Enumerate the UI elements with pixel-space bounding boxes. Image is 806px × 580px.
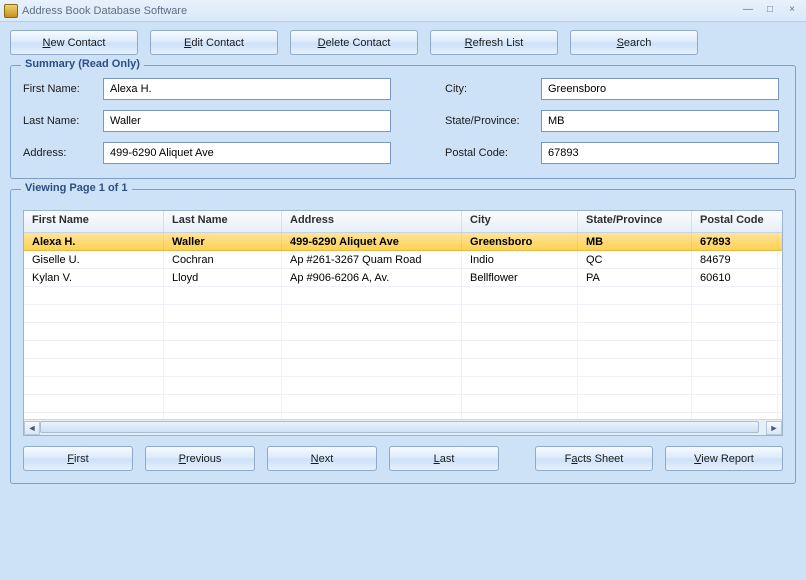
maximize-button[interactable]: □	[760, 4, 780, 18]
cell-city: Bellflower	[462, 269, 578, 286]
close-button[interactable]: ×	[782, 4, 802, 18]
cell-first: Kylan V.	[24, 269, 164, 286]
edit-contact-button[interactable]: Edit Contact	[150, 30, 278, 55]
table-row[interactable]: Alexa H.Waller499-6290 Aliquet AveGreens…	[24, 233, 782, 251]
viewing-legend: Viewing Page 1 of 1	[21, 182, 132, 194]
cell-postal: 84679	[692, 251, 778, 268]
cell-first: Giselle U.	[24, 251, 164, 268]
scroll-right-icon[interactable]: ►	[766, 421, 782, 435]
cell-address: 499-6290 Aliquet Ave	[282, 233, 462, 250]
viewing-fieldset: Viewing Page 1 of 1 First Name Last Name…	[10, 189, 796, 484]
cell-postal: 60610	[692, 269, 778, 286]
search-button[interactable]: Search	[570, 30, 698, 55]
last-name-label: Last Name:	[23, 115, 103, 127]
last-button[interactable]: Last	[389, 446, 499, 471]
cell-state: QC	[578, 251, 692, 268]
contacts-table: First Name Last Name Address City State/…	[23, 210, 783, 436]
table-row[interactable]	[24, 359, 782, 377]
delete-contact-button[interactable]: Delete Contact	[290, 30, 418, 55]
table-row[interactable]	[24, 395, 782, 413]
col-state[interactable]: State/Province	[578, 211, 692, 232]
first-name-label: First Name:	[23, 83, 103, 95]
state-field[interactable]	[541, 110, 779, 132]
cell-address: Ap #906-6206 A, Av.	[282, 269, 462, 286]
first-button[interactable]: First	[23, 446, 133, 471]
cell-last: Waller	[164, 233, 282, 250]
table-row[interactable]	[24, 287, 782, 305]
horizontal-scrollbar[interactable]: ◄ ►	[24, 419, 782, 435]
next-button[interactable]: Next	[267, 446, 377, 471]
window-title: Address Book Database Software	[22, 5, 736, 17]
cell-state: PA	[578, 269, 692, 286]
table-row[interactable]	[24, 341, 782, 359]
address-field[interactable]	[103, 142, 391, 164]
table-row[interactable]: Kylan V.LloydAp #906-6206 A, Av.Bellflow…	[24, 269, 782, 287]
address-label: Address:	[23, 147, 103, 159]
city-label: City:	[445, 83, 541, 95]
cell-first: Alexa H.	[24, 233, 164, 250]
city-field[interactable]	[541, 78, 779, 100]
cell-city: Greensboro	[462, 233, 578, 250]
new-contact-button[interactable]: New Contact	[10, 30, 138, 55]
cell-postal: 67893	[692, 233, 778, 250]
summary-legend: Summary (Read Only)	[21, 58, 144, 70]
previous-button[interactable]: Previous	[145, 446, 255, 471]
col-first-name[interactable]: First Name	[24, 211, 164, 232]
table-header: First Name Last Name Address City State/…	[24, 211, 782, 233]
nav-bar: First Previous Next Last Facts Sheet Vie…	[23, 446, 783, 471]
title-bar: Address Book Database Software — □ ×	[0, 0, 806, 22]
main-toolbar: New Contact Edit Contact Delete Contact …	[10, 30, 796, 55]
table-row[interactable]	[24, 305, 782, 323]
first-name-field[interactable]	[103, 78, 391, 100]
app-icon	[4, 4, 18, 18]
view-report-button[interactable]: View Report	[665, 446, 783, 471]
cell-last: Cochran	[164, 251, 282, 268]
postal-label: Postal Code:	[445, 147, 541, 159]
state-label: State/Province:	[445, 115, 541, 127]
cell-city: Indio	[462, 251, 578, 268]
refresh-list-button[interactable]: Refresh List	[430, 30, 558, 55]
summary-fieldset: Summary (Read Only) First Name: City: La…	[10, 65, 796, 179]
facts-sheet-button[interactable]: Facts Sheet	[535, 446, 653, 471]
cell-address: Ap #261-3267 Quam Road	[282, 251, 462, 268]
table-row[interactable]	[24, 377, 782, 395]
table-row[interactable]: Giselle U.CochranAp #261-3267 Quam RoadI…	[24, 251, 782, 269]
minimize-button[interactable]: —	[738, 4, 758, 18]
col-address[interactable]: Address	[282, 211, 462, 232]
cell-state: MB	[578, 233, 692, 250]
col-city[interactable]: City	[462, 211, 578, 232]
col-postal[interactable]: Postal Code	[692, 211, 778, 232]
cell-last: Lloyd	[164, 269, 282, 286]
table-row[interactable]	[24, 323, 782, 341]
scroll-left-icon[interactable]: ◄	[24, 421, 40, 435]
last-name-field[interactable]	[103, 110, 391, 132]
scroll-thumb[interactable]	[40, 421, 759, 433]
col-last-name[interactable]: Last Name	[164, 211, 282, 232]
table-body: Alexa H.Waller499-6290 Aliquet AveGreens…	[24, 233, 782, 419]
postal-field[interactable]	[541, 142, 779, 164]
